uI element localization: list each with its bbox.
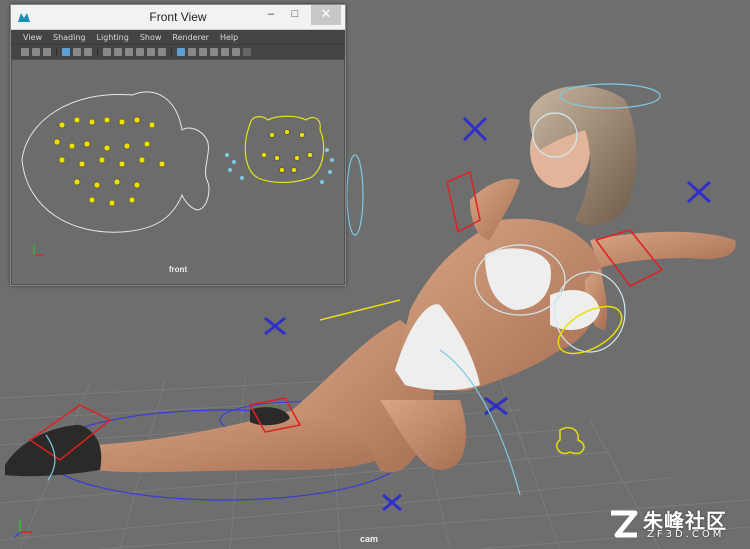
fish-shape-control[interactable] [21,91,210,233]
lights-icon[interactable] [210,48,218,56]
menu-shading[interactable]: Shading [53,33,86,42]
maximize-button[interactable]: □ [283,5,307,25]
panel-menubar: View Shading Lighting Show Renderer Help [11,30,345,44]
smooth-shade-icon[interactable] [188,48,196,56]
camera-label: cam [360,534,379,544]
view-axis-gizmo [13,520,32,539]
face-control-dots[interactable] [53,116,313,207]
zf3d-logo-icon [611,510,638,538]
resolution-gate-icon[interactable] [125,48,133,56]
camera-attributes-icon[interactable] [32,48,40,56]
menu-help[interactable]: Help [220,33,238,42]
toolbar-separator [97,47,98,57]
grease-pencil-icon[interactable] [84,48,92,56]
lip-control-dots[interactable] [225,148,334,184]
image-plane-icon[interactable] [62,48,70,56]
window-titlebar[interactable]: Front View – □ ✕ [11,5,345,30]
panel-toolbar [11,44,345,59]
safe-action-icon[interactable] [158,48,166,56]
front-camera-label: front [168,265,188,274]
textured-icon[interactable] [199,48,207,56]
front-axis-gizmo [33,245,44,256]
field-chart-icon[interactable] [147,48,155,56]
shadows-icon[interactable] [221,48,229,56]
gate-mask-icon[interactable] [136,48,144,56]
menu-renderer[interactable]: Renderer [172,33,209,42]
bookmark-icon[interactable] [43,48,51,56]
wireframe-icon[interactable] [177,48,185,56]
camera-icon[interactable] [21,48,29,56]
ambient-occlusion-icon[interactable] [232,48,240,56]
cat-face-control[interactable] [244,115,325,184]
menu-show[interactable]: Show [140,33,162,42]
toolbar-separator [56,47,57,57]
front-view-canvas[interactable]: front [11,59,345,285]
site-watermark: 朱峰社区 ZF3D.COM [607,505,742,543]
menu-view[interactable]: View [23,33,42,42]
toolbar-separator [171,47,172,57]
close-button[interactable]: ✕ [311,5,341,25]
front-view-window[interactable]: Front View – □ ✕ View Shading Lighting S… [10,4,346,286]
minimize-button[interactable]: – [259,5,283,25]
grid-icon[interactable] [103,48,111,56]
2d-pan-icon[interactable] [73,48,81,56]
facial-control-rig[interactable] [12,60,344,280]
film-gate-icon[interactable] [114,48,122,56]
watermark-subtext: ZF3D.COM [647,529,725,540]
isolate-select-icon[interactable] [243,48,251,56]
menu-lighting[interactable]: Lighting [96,33,128,42]
